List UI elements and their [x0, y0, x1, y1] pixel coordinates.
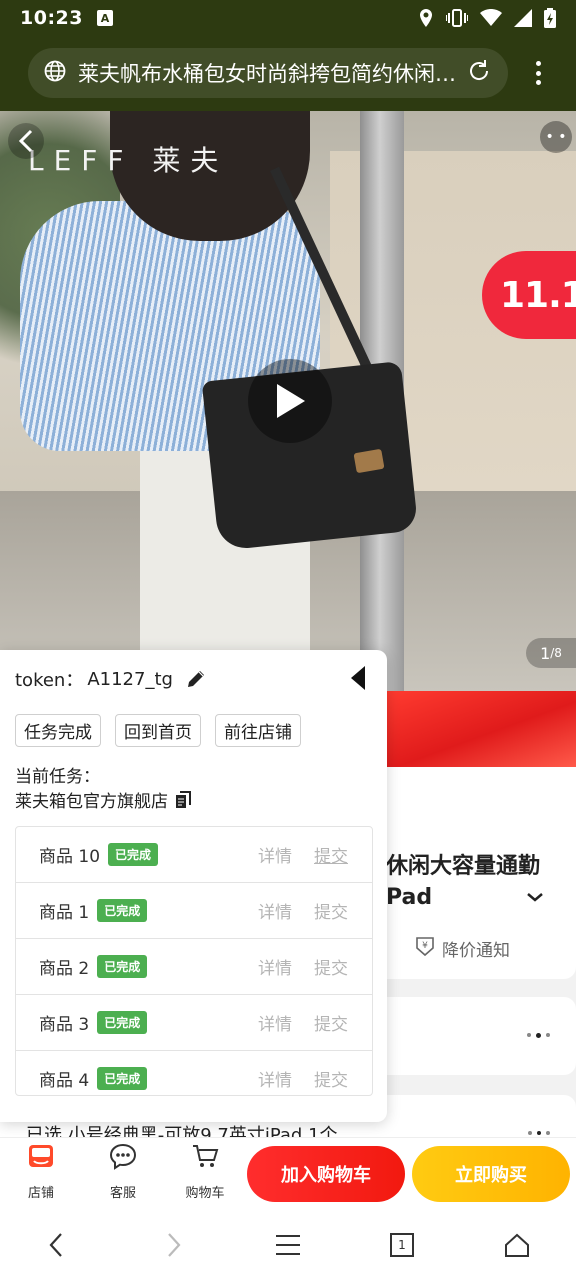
status-icons [418, 8, 556, 28]
app-root: 10:23 A 莱夫帆布水桶包女时尚斜挎包简约休闲大容 [0, 0, 576, 1280]
status-badge: 已完成 [97, 1011, 148, 1034]
detail-link[interactable]: 详情 [258, 954, 292, 979]
service-icon [108, 1142, 138, 1174]
price-tag-icon: ¥ [414, 935, 436, 962]
battery-icon [544, 8, 556, 28]
signal-icon [514, 9, 532, 27]
more-icon[interactable]: • • [540, 121, 572, 153]
copy-icon[interactable] [174, 790, 194, 810]
status-badge: 已完成 [108, 843, 159, 866]
status-badge: 已完成 [97, 1067, 148, 1090]
product-title-line-1: 休闲大容量通勤 [386, 854, 541, 879]
play-icon[interactable] [248, 359, 332, 443]
add-to-cart-button[interactable]: 加入购物车 [247, 1146, 405, 1202]
detail-link[interactable]: 详情 [258, 842, 292, 867]
price-notify-button[interactable]: ¥ 降价通知 [414, 935, 510, 962]
store-label: 店铺 [27, 1186, 54, 1201]
service-button[interactable]: 客服 [93, 1142, 153, 1201]
detail-link[interactable]: 详情 [258, 1010, 292, 1035]
detail-link[interactable]: 详情 [258, 1066, 292, 1091]
collapse-panel-icon[interactable] [349, 664, 367, 696]
token-label: token： [15, 670, 84, 691]
status-badge: 已完成 [97, 899, 148, 922]
submit-link[interactable]: 提交 [314, 898, 348, 923]
nav-home-icon[interactable] [499, 1229, 535, 1261]
current-task-store: 莱夫箱包官方旗舰店 [15, 787, 194, 812]
task-overlay-panel: token： A1127_tg 任务完成 回到首页 前往店铺 当前任务： 莱夫箱… [0, 650, 387, 1122]
nav-back-icon[interactable] [38, 1229, 74, 1261]
store-icon [27, 1142, 55, 1174]
task-item-row: 商品 4 已完成 详情 提交 [16, 1051, 372, 1095]
price-banner [386, 691, 576, 767]
url-text: 莱夫帆布水桶包女时尚斜挎包简约休闲大容量通勤 [78, 62, 466, 86]
buy-now-button[interactable]: 立即购买 [412, 1146, 570, 1202]
nav-menu-icon[interactable] [270, 1229, 306, 1261]
current-task-label: 当前任务： [15, 767, 100, 787]
current-task-store-name: 莱夫箱包官方旗舰店 [15, 792, 168, 812]
submit-link[interactable]: 提交 [314, 1066, 348, 1091]
brand-logo: LEFF 莱夫 [28, 144, 229, 177]
go-store-button[interactable]: 前往店铺 [215, 714, 301, 747]
more-options-icon[interactable] [527, 1032, 550, 1038]
submit-link[interactable]: 提交 [314, 954, 348, 979]
price-notify-label: 降价通知 [442, 941, 510, 961]
task-item-list[interactable]: 商品 10 已完成 详情 提交 商品 1 已完成 详情 提交 商品 2 已完成 … [15, 826, 373, 1096]
task-item-name: 商品 3 [39, 1015, 90, 1035]
task-complete-button[interactable]: 任务完成 [15, 714, 101, 747]
browser-toolbar: 莱夫帆布水桶包女时尚斜挎包简约休闲大容量通勤 [0, 36, 576, 111]
promo-badge: 11.11 [482, 251, 576, 339]
product-info-card: 休闲大容量通勤 Pad ¥ 降价通知 [386, 767, 576, 979]
image-counter-current: 1 [540, 643, 551, 663]
globe-icon [44, 60, 66, 86]
task-item-name: 商品 10 [39, 847, 101, 867]
store-button[interactable]: 店铺 [11, 1142, 71, 1201]
cart-icon [190, 1142, 220, 1174]
nav-forward-icon[interactable] [156, 1229, 192, 1261]
status-bar: 10:23 A [0, 0, 576, 36]
bottom-action-bar: 店铺 客服 购物车 加入购物车 立即购买 [0, 1137, 576, 1209]
back-icon[interactable] [8, 123, 44, 159]
wifi-icon [480, 9, 502, 27]
submit-link[interactable]: 提交 [314, 1010, 348, 1035]
image-counter-total: /8 [550, 646, 562, 660]
task-item-row: 商品 1 已完成 详情 提交 [16, 883, 372, 939]
browser-nav-bar: 1 [0, 1209, 576, 1280]
browser-menu-icon[interactable] [526, 58, 550, 88]
submit-link[interactable]: 提交 [314, 842, 348, 867]
task-item-name: 商品 2 [39, 959, 90, 979]
reload-icon[interactable] [466, 58, 492, 88]
product-hero-image[interactable]: LEFF 莱夫 • • 11.11 1/8 [0, 111, 576, 691]
cart-button[interactable]: 购物车 [175, 1142, 235, 1201]
notification-icon: A [96, 10, 113, 26]
status-badge: 已完成 [97, 955, 148, 978]
location-icon [418, 8, 434, 28]
task-item-name: 商品 4 [39, 1071, 90, 1091]
chevron-down-icon[interactable] [526, 887, 544, 908]
task-item-row: 商品 10 已完成 详情 提交 [16, 827, 372, 883]
task-item-name: 商品 1 [39, 903, 90, 923]
nav-tabs-icon[interactable]: 1 [384, 1229, 420, 1261]
edit-pencil-icon[interactable] [185, 668, 207, 690]
back-home-button[interactable]: 回到首页 [115, 714, 201, 747]
vibrate-icon [446, 9, 468, 27]
task-item-row: 商品 2 已完成 详情 提交 [16, 939, 372, 995]
cart-label: 购物车 [185, 1186, 225, 1201]
nav-tab-count: 1 [398, 1238, 406, 1252]
panel-button-row: 任务完成 回到首页 前往店铺 [15, 714, 301, 747]
task-item-row: 商品 3 已完成 详情 提交 [16, 995, 372, 1051]
token-value: A1127_tg [87, 668, 173, 690]
variant-more-icon[interactable] [528, 1131, 550, 1135]
url-bar[interactable]: 莱夫帆布水桶包女时尚斜挎包简约休闲大容量通勤 [28, 48, 508, 98]
status-time: 10:23 [20, 7, 83, 29]
image-counter: 1/8 [526, 638, 576, 668]
token-row: token： A1127_tg [15, 666, 207, 692]
options-card[interactable] [386, 997, 576, 1075]
service-label: 客服 [109, 1186, 136, 1201]
svg-text:¥: ¥ [422, 941, 428, 951]
detail-link[interactable]: 详情 [258, 898, 292, 923]
